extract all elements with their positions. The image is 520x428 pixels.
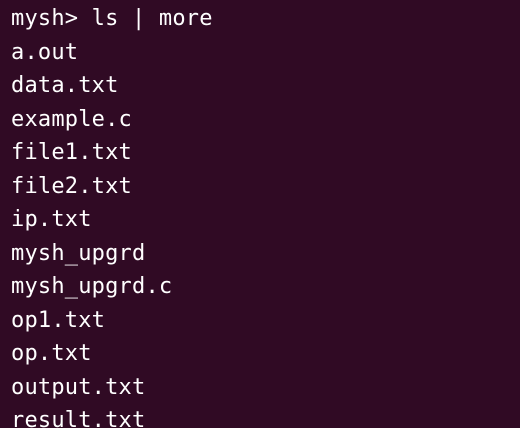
output-line: file1.txt <box>11 140 133 165</box>
output-line: mysh_upgrd.c <box>11 274 173 299</box>
output-line: data.txt <box>11 73 119 98</box>
output-line: op1.txt <box>11 307 106 333</box>
output-line: output.txt <box>11 374 146 400</box>
command-output: a.out data.txt example.c file1.txt file2… <box>11 36 520 428</box>
output-line: file2.txt <box>11 173 133 199</box>
output-line: ip.txt <box>11 207 92 232</box>
terminal-window[interactable]: mysh> ls | more a.out data.txt example.c… <box>0 0 520 428</box>
output-line: op.txt <box>11 341 92 366</box>
command-text: ls | more <box>91 6 213 31</box>
output-line: mysh_upgrd <box>11 240 146 266</box>
output-line: result.txt <box>11 408 146 428</box>
output-line: a.out <box>11 39 79 65</box>
command-line[interactable]: mysh> ls | more <box>11 2 520 36</box>
shell-prompt: mysh> <box>11 6 92 31</box>
output-line: example.c <box>11 106 133 132</box>
